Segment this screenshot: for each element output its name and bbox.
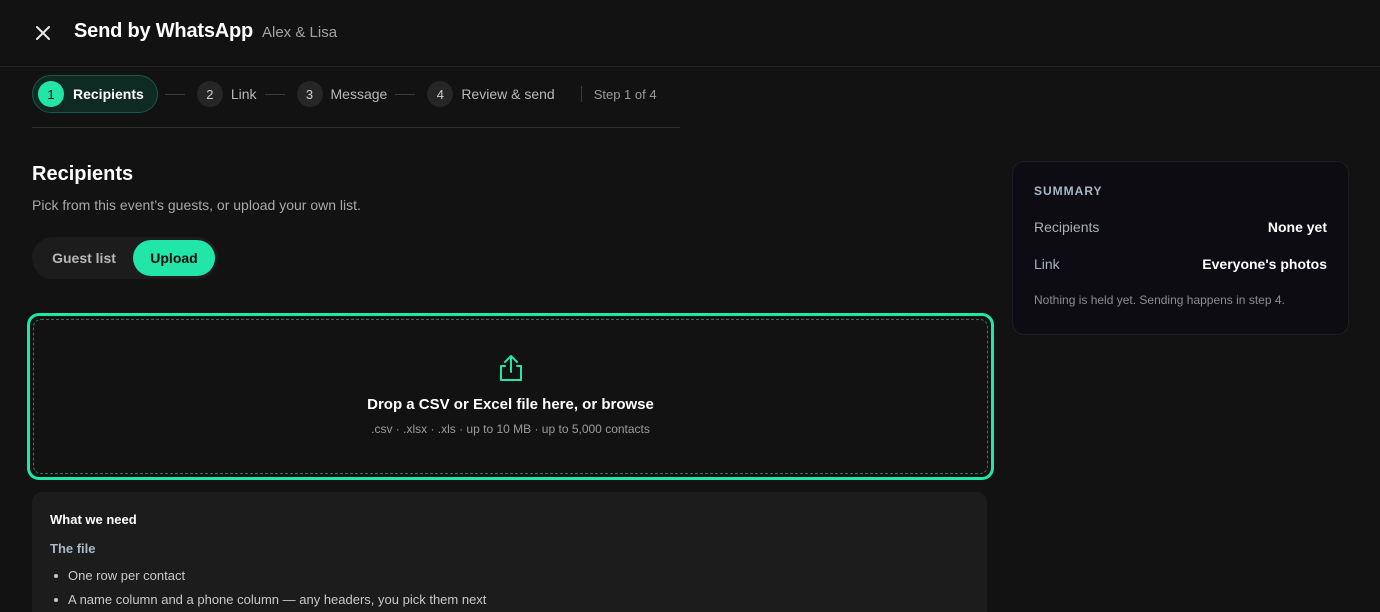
summary-row-link: Link Everyone's photos	[1034, 256, 1327, 272]
upload-icon	[499, 355, 522, 381]
summary-value: None yet	[1267, 219, 1327, 235]
summary-key: Link	[1034, 256, 1060, 272]
step-label: Recipients	[73, 86, 144, 102]
dropzone-title: Drop a CSV or Excel file here, or browse	[367, 396, 654, 413]
step-link[interactable]: 2 Link	[196, 75, 257, 113]
event-name: Alex & Lisa	[262, 24, 338, 41]
section-description: Pick from this event’s guests, or upload…	[32, 197, 361, 213]
section-title: Recipients	[32, 163, 134, 185]
step-connector	[395, 93, 416, 95]
file-dropzone[interactable]: Drop a CSV or Excel file here, or browse…	[33, 319, 988, 474]
step-label: Link	[230, 86, 257, 102]
close-icon	[36, 26, 50, 40]
step-number: 2	[196, 81, 223, 107]
requirements-card: What we need The file One row per contac…	[32, 492, 987, 612]
summary-note: Nothing is held yet. Sending happens in …	[1034, 293, 1285, 307]
upload-tab[interactable]: Upload	[133, 240, 215, 276]
summary-value: Everyone's photos	[1202, 256, 1327, 272]
summary-panel: SUMMARY Recipients None yet Link Everyon…	[1012, 161, 1349, 335]
step-connector	[264, 93, 285, 95]
page-title: Send by WhatsApp	[74, 20, 254, 42]
step-number: 3	[296, 81, 323, 107]
stepper: 1 Recipients 2 Link 3 Message 4 Review &…	[32, 75, 680, 113]
requirements-subtitle: The file	[50, 541, 96, 556]
list-item: A name column and a phone column — any h…	[50, 592, 969, 607]
summary-heading: SUMMARY	[1034, 184, 1103, 198]
step-number: 4	[427, 81, 454, 107]
requirements-list: One row per contact A name column and a …	[50, 568, 969, 607]
list-item: One row per contact	[50, 568, 969, 583]
requirements-title: What we need	[50, 512, 137, 527]
step-number: 1	[38, 81, 64, 107]
step-label: Message	[330, 86, 388, 102]
divider	[580, 86, 582, 102]
source-toggle: Guest list Upload	[32, 237, 218, 279]
step-message[interactable]: 3 Message	[296, 75, 388, 113]
dropzone-hint: .csv · .xlsx · .xls · up to 10 MB · up t…	[371, 422, 650, 436]
step-label: Review & send	[461, 86, 555, 102]
dropzone-focus-ring: Drop a CSV or Excel file here, or browse…	[27, 313, 994, 480]
summary-key: Recipients	[1034, 219, 1100, 235]
guest-list-tab[interactable]: Guest list	[35, 240, 133, 276]
step-recipients[interactable]: 1 Recipients	[32, 75, 158, 113]
divider	[32, 127, 680, 128]
step-review-send[interactable]: 4 Review & send	[427, 75, 555, 113]
summary-row-recipients: Recipients None yet	[1034, 219, 1327, 235]
header: Send by WhatsApp Alex & Lisa	[0, 0, 1380, 67]
step-count: Step 1 of 4	[593, 86, 657, 102]
step-connector	[164, 93, 185, 95]
close-button[interactable]	[30, 20, 56, 46]
